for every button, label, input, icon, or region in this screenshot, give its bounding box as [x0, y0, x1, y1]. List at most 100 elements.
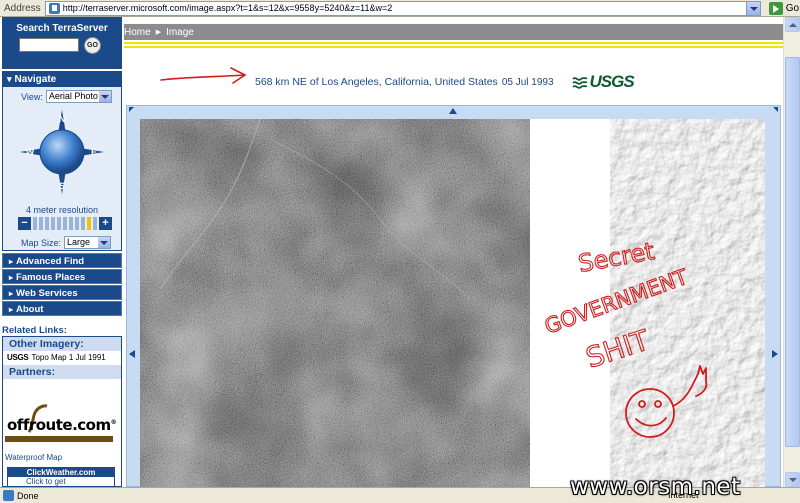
address-input[interactable]: http://terraserver.microsoft.com/image.a…: [44, 0, 761, 16]
clickweather-ad[interactable]: ClickWeather.com Click to get: [7, 467, 115, 487]
map-size-select[interactable]: Large: [64, 236, 112, 249]
watermark: www.orsm.net: [570, 474, 741, 500]
vertical-scrollbar[interactable]: [783, 17, 800, 487]
annotation-line-shit: SHIT: [582, 323, 654, 374]
topo-map-link[interactable]: USGS Topo Map 1 Jul 1991: [3, 351, 121, 365]
breadcrumb-home[interactable]: Home: [124, 27, 151, 38]
zoom-level[interactable]: [93, 217, 97, 230]
zoom-level[interactable]: [45, 217, 49, 230]
resolution-label: 4 meter resolution: [25, 205, 99, 215]
related-links-title: Related Links:: [2, 325, 67, 336]
main-content: Home ▶ Image 568 km NE of Los Angeles, C…: [124, 17, 783, 488]
offroute-logo-off[interactable]: off: [7, 416, 29, 434]
zoom-control[interactable]: − +: [18, 217, 112, 230]
annotation-line-secret: Secret: [576, 237, 656, 278]
smiley-face-icon: [625, 388, 675, 438]
view-select[interactable]: Aerial Photo: [45, 90, 112, 103]
go-label[interactable]: Go: [786, 3, 799, 14]
page-icon: [48, 2, 60, 14]
zoom-level[interactable]: [33, 217, 37, 230]
scroll-up-button[interactable]: [785, 17, 800, 32]
address-bar: Address http://terraserver.microsoft.com…: [0, 0, 800, 17]
page-done-icon: [3, 490, 14, 501]
search-panel: Search TerraServer GO: [2, 17, 122, 69]
offroute-bar: [5, 436, 113, 442]
map-size-value[interactable]: Large: [67, 237, 90, 247]
compass-e-label: E: [91, 147, 97, 157]
zoom-level[interactable]: [51, 217, 55, 230]
view-select-value[interactable]: Aerial Photo: [49, 91, 98, 101]
sidebar-item-advanced-find[interactable]: Advanced Find: [2, 253, 122, 268]
usgs-wave-icon: [571, 77, 587, 89]
clickweather-text[interactable]: Click to get: [8, 477, 114, 487]
usgs-logo-text: USGS: [589, 72, 635, 91]
compass-w-label: W: [26, 147, 35, 157]
map-size-label: Map Size:: [21, 237, 62, 248]
pan-north-icon[interactable]: [449, 108, 457, 114]
view-row: View: Aerial Photo: [21, 90, 112, 103]
zoom-level[interactable]: [57, 217, 61, 230]
offroute-logo-link[interactable]: offroute.com®: [5, 404, 117, 446]
sidebar-item-about[interactable]: About: [2, 301, 122, 316]
sidebar: Search TerraServer GO Navigate View: Aer…: [0, 17, 124, 487]
topo-map-label[interactable]: Topo Map 1 Jul 1991: [31, 351, 105, 365]
image-date: 05 Jul 1993: [501, 76, 554, 88]
go-arrow-icon[interactable]: [768, 1, 783, 15]
offroute-logo[interactable]: offroute.com®: [7, 416, 117, 434]
partners-title: Partners:: [3, 365, 121, 379]
zoom-level[interactable]: [69, 217, 73, 230]
zoom-level[interactable]: [39, 217, 43, 230]
place-description: 568 km NE of Los Angeles, California, Un…: [255, 76, 498, 88]
breadcrumb-separator-icon: ▶: [155, 29, 162, 36]
zoom-out-button[interactable]: −: [18, 217, 31, 230]
compass-rose[interactable]: N S W E: [18, 108, 106, 196]
handwritten-annotation: Secret GOVERNMENT SHIT: [541, 236, 708, 438]
breadcrumb-image: Image: [166, 26, 194, 38]
clickweather-title[interactable]: ClickWeather.com: [8, 468, 114, 477]
pan-northeast-icon[interactable]: [773, 107, 778, 112]
usgs-small-logo[interactable]: USGS: [7, 351, 29, 365]
status-text: Done: [17, 490, 39, 501]
compass-n-label: N: [59, 114, 66, 124]
address-dropdown-button[interactable]: [745, 1, 760, 15]
sidebar-item-web-services[interactable]: Web Services: [2, 285, 122, 300]
go-button[interactable]: Go: [768, 1, 799, 15]
zoom-level[interactable]: [81, 217, 85, 230]
offroute-logo-trademark[interactable]: ®: [111, 419, 117, 426]
scroll-down-button[interactable]: [785, 472, 800, 487]
other-imagery-title: Other Imagery:: [3, 337, 121, 351]
zoom-level-current[interactable]: [87, 217, 91, 230]
scroll-thumb[interactable]: [785, 57, 800, 447]
search-go-button[interactable]: GO: [84, 37, 101, 54]
navigate-title[interactable]: Navigate: [3, 72, 121, 87]
sidebar-item-famous-places[interactable]: Famous Places: [2, 269, 122, 284]
pan-west-icon[interactable]: [129, 350, 135, 358]
header-stripe: [124, 40, 783, 50]
chevron-down-icon[interactable]: [98, 237, 111, 248]
offroute-logo-tld[interactable]: .com: [72, 416, 111, 434]
chevron-down-icon[interactable]: [98, 91, 111, 102]
search-title: Search TerraServer: [16, 23, 108, 34]
image-title: 568 km NE of Los Angeles, California, Un…: [255, 72, 635, 92]
aerial-photo[interactable]: [140, 119, 530, 488]
sidebar-menu: Advanced Find Famous Places Web Services…: [2, 253, 122, 317]
annotation-line-government: GOVERNMENT: [542, 265, 692, 339]
search-input[interactable]: [19, 38, 79, 52]
scribbled-arrow-icon: [160, 67, 247, 84]
zoom-in-button[interactable]: +: [99, 217, 112, 230]
aerial-photo-texture[interactable]: [140, 119, 530, 488]
offroute-logo-route[interactable]: route: [29, 416, 73, 434]
map-size-row: Map Size: Large: [21, 236, 112, 249]
view-label: View:: [21, 91, 43, 102]
zoom-level[interactable]: [63, 217, 67, 230]
navigate-panel: Navigate View: Aerial Photo N S: [2, 71, 122, 251]
address-label: Address: [4, 2, 41, 14]
address-url[interactable]: http://terraserver.microsoft.com/image.a…: [63, 3, 393, 13]
zoom-level[interactable]: [75, 217, 79, 230]
waterproof-map-link[interactable]: Waterproof Map: [5, 453, 62, 462]
compass-s-label: S: [59, 181, 65, 191]
image-viewer[interactable]: Secret GOVERNMENT SHIT: [126, 105, 781, 488]
related-links-panel: Other Imagery: USGS Topo Map 1 Jul 1991 …: [2, 336, 122, 487]
usgs-logo: USGS: [571, 72, 635, 92]
pan-northwest-icon[interactable]: [129, 107, 134, 112]
